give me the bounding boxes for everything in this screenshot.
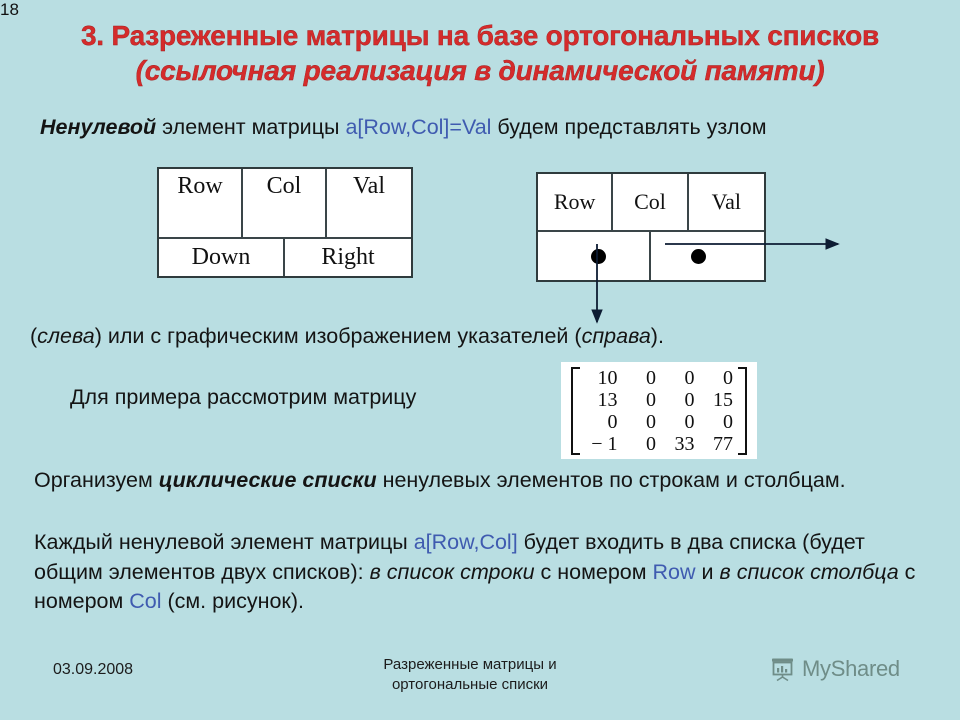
matrix-cell: 77 <box>713 432 733 455</box>
text-nonzero-part2: элемент матрицы <box>156 115 346 139</box>
node-field-table: Row Col Val Down Right <box>157 167 413 278</box>
matrix-cell: − 1 <box>591 432 618 455</box>
matrix-cell: 15 <box>713 388 733 411</box>
matrix-cell: 0 <box>684 366 695 389</box>
matrix-cell: 33 <box>674 432 695 455</box>
footer-date: 03.09.2008 <box>53 661 134 678</box>
matrix-right-bracket-icon <box>738 367 747 455</box>
text-lr-middle: ) или с графическим изображением указате… <box>94 324 582 348</box>
text-each-part6: (см. рисунок). <box>161 589 304 614</box>
matrix-left-bracket-icon <box>571 367 580 455</box>
cell-row: Row <box>159 169 243 237</box>
slide-canvas: 3. Разреженные матрицы на базе ортогонал… <box>0 0 960 720</box>
matrix-cell: 0 <box>723 366 733 389</box>
paragraph-cyclic-lists: Организуем циклические списки ненулевых … <box>34 466 924 496</box>
node-pointer-table-row-top: Row Col Val <box>538 174 764 232</box>
watermark-label: MyShared <box>802 656 900 681</box>
matrix-cell: 13 <box>597 388 618 411</box>
text-each-em-row-list: в список строки <box>369 559 535 584</box>
cell-col: Col <box>243 169 327 237</box>
code-row: Row <box>652 559 696 584</box>
node-field-table-row-bottom: Down Right <box>159 239 411 276</box>
page-number: 18 <box>0 0 19 19</box>
code-col: Col <box>129 589 162 614</box>
text-cyclic-part1: Организуем <box>34 468 159 492</box>
cell-right-pointer <box>651 232 764 280</box>
text-lr-close: ). <box>650 324 664 348</box>
text-cyclic-emphasis: циклические списки <box>158 468 377 492</box>
text-each-part1: Каждый ненулевой элемент матрицы <box>34 530 414 554</box>
text-lr-em-left: слева <box>37 324 95 348</box>
matrix-cell: 0 <box>723 410 733 433</box>
cell-down-pointer <box>538 232 651 280</box>
paragraph-left-right: (слева) или с графическим изображением у… <box>30 322 930 352</box>
node-field-table-row-top: Row Col Val <box>159 169 411 239</box>
paragraph-nonzero-element: Ненулевой элемент матрицы a[Row,Col]=Val… <box>40 113 930 143</box>
code-a-row-col-val: a[Row,Col]=Val <box>345 115 492 139</box>
title-line-1: 3. Разреженные матрицы на базе ортогонал… <box>80 20 880 51</box>
example-matrix: 10 0 0 0 13 0 0 15 0 0 0 0 − 1 0 33 77 <box>561 362 757 459</box>
matrix-grid: 10 0 0 0 13 0 0 15 0 0 0 0 − 1 0 33 77 <box>582 367 736 455</box>
cell-col: Col <box>613 174 689 230</box>
myshared-watermark: MyShared <box>769 655 900 683</box>
paragraph-each-element: Каждый ненулевой элемент матрицы a[Row,C… <box>34 528 924 617</box>
matrix-cell: 0 <box>684 410 695 433</box>
matrix-row: 13 0 0 15 <box>582 388 736 411</box>
matrix-cell: 0 <box>646 410 656 433</box>
text-lr-em-right: справа <box>581 324 651 348</box>
text-cyclic-part2: ненулевых элементов по строкам и столбца… <box>376 468 846 492</box>
paragraph-example-label: Для примера рассмотрим матрицу <box>70 385 417 409</box>
page-title: 3. Разреженные матрицы на базе ортогонал… <box>40 18 920 89</box>
footer-subject-line-1: Разреженные матрицы и <box>383 656 557 673</box>
cell-row: Row <box>538 174 614 230</box>
cell-down: Down <box>159 239 285 276</box>
code-a-row-col: a[Row,Col] <box>413 530 518 554</box>
matrix-cell: 0 <box>646 366 656 389</box>
matrix-row: − 1 0 33 77 <box>582 432 736 455</box>
node-pointer-table: Row Col Val <box>536 172 766 282</box>
matrix-cell: 10 <box>597 366 618 389</box>
matrix-row: 10 0 0 0 <box>582 366 736 389</box>
matrix-cell: 0 <box>646 432 656 455</box>
cell-right: Right <box>321 244 375 270</box>
matrix-cell: 0 <box>684 388 695 411</box>
title-line-2: (ссылочная реализация в динамической пам… <box>135 55 825 87</box>
footer-subject-line-2: ортогональные списки <box>391 675 549 693</box>
filled-dot-icon <box>591 249 606 264</box>
matrix-row: 0 0 0 0 <box>582 410 736 433</box>
cell-val: Val <box>353 173 385 199</box>
node-pointer-table-row-bottom <box>538 232 764 280</box>
matrix-cell: 0 <box>646 388 656 411</box>
text-nonzero-emphasis: Ненулевой <box>40 115 157 139</box>
matrix-cell: 0 <box>607 410 618 433</box>
text-each-part3: с номером <box>534 559 653 584</box>
footer-subject: Разреженные матрицы и ортогональные спис… <box>320 655 620 695</box>
text-nonzero-part3: будем представлять узлом <box>491 115 767 139</box>
filled-dot-icon <box>691 249 706 264</box>
cell-val: Val <box>711 189 741 214</box>
matrix-wrapper: 10 0 0 0 13 0 0 15 0 0 0 0 − 1 0 33 77 <box>571 367 747 455</box>
text-each-part4: и <box>695 559 720 584</box>
presentation-chart-icon <box>772 658 793 682</box>
text-each-em-col-list: в список столбца <box>719 559 899 584</box>
